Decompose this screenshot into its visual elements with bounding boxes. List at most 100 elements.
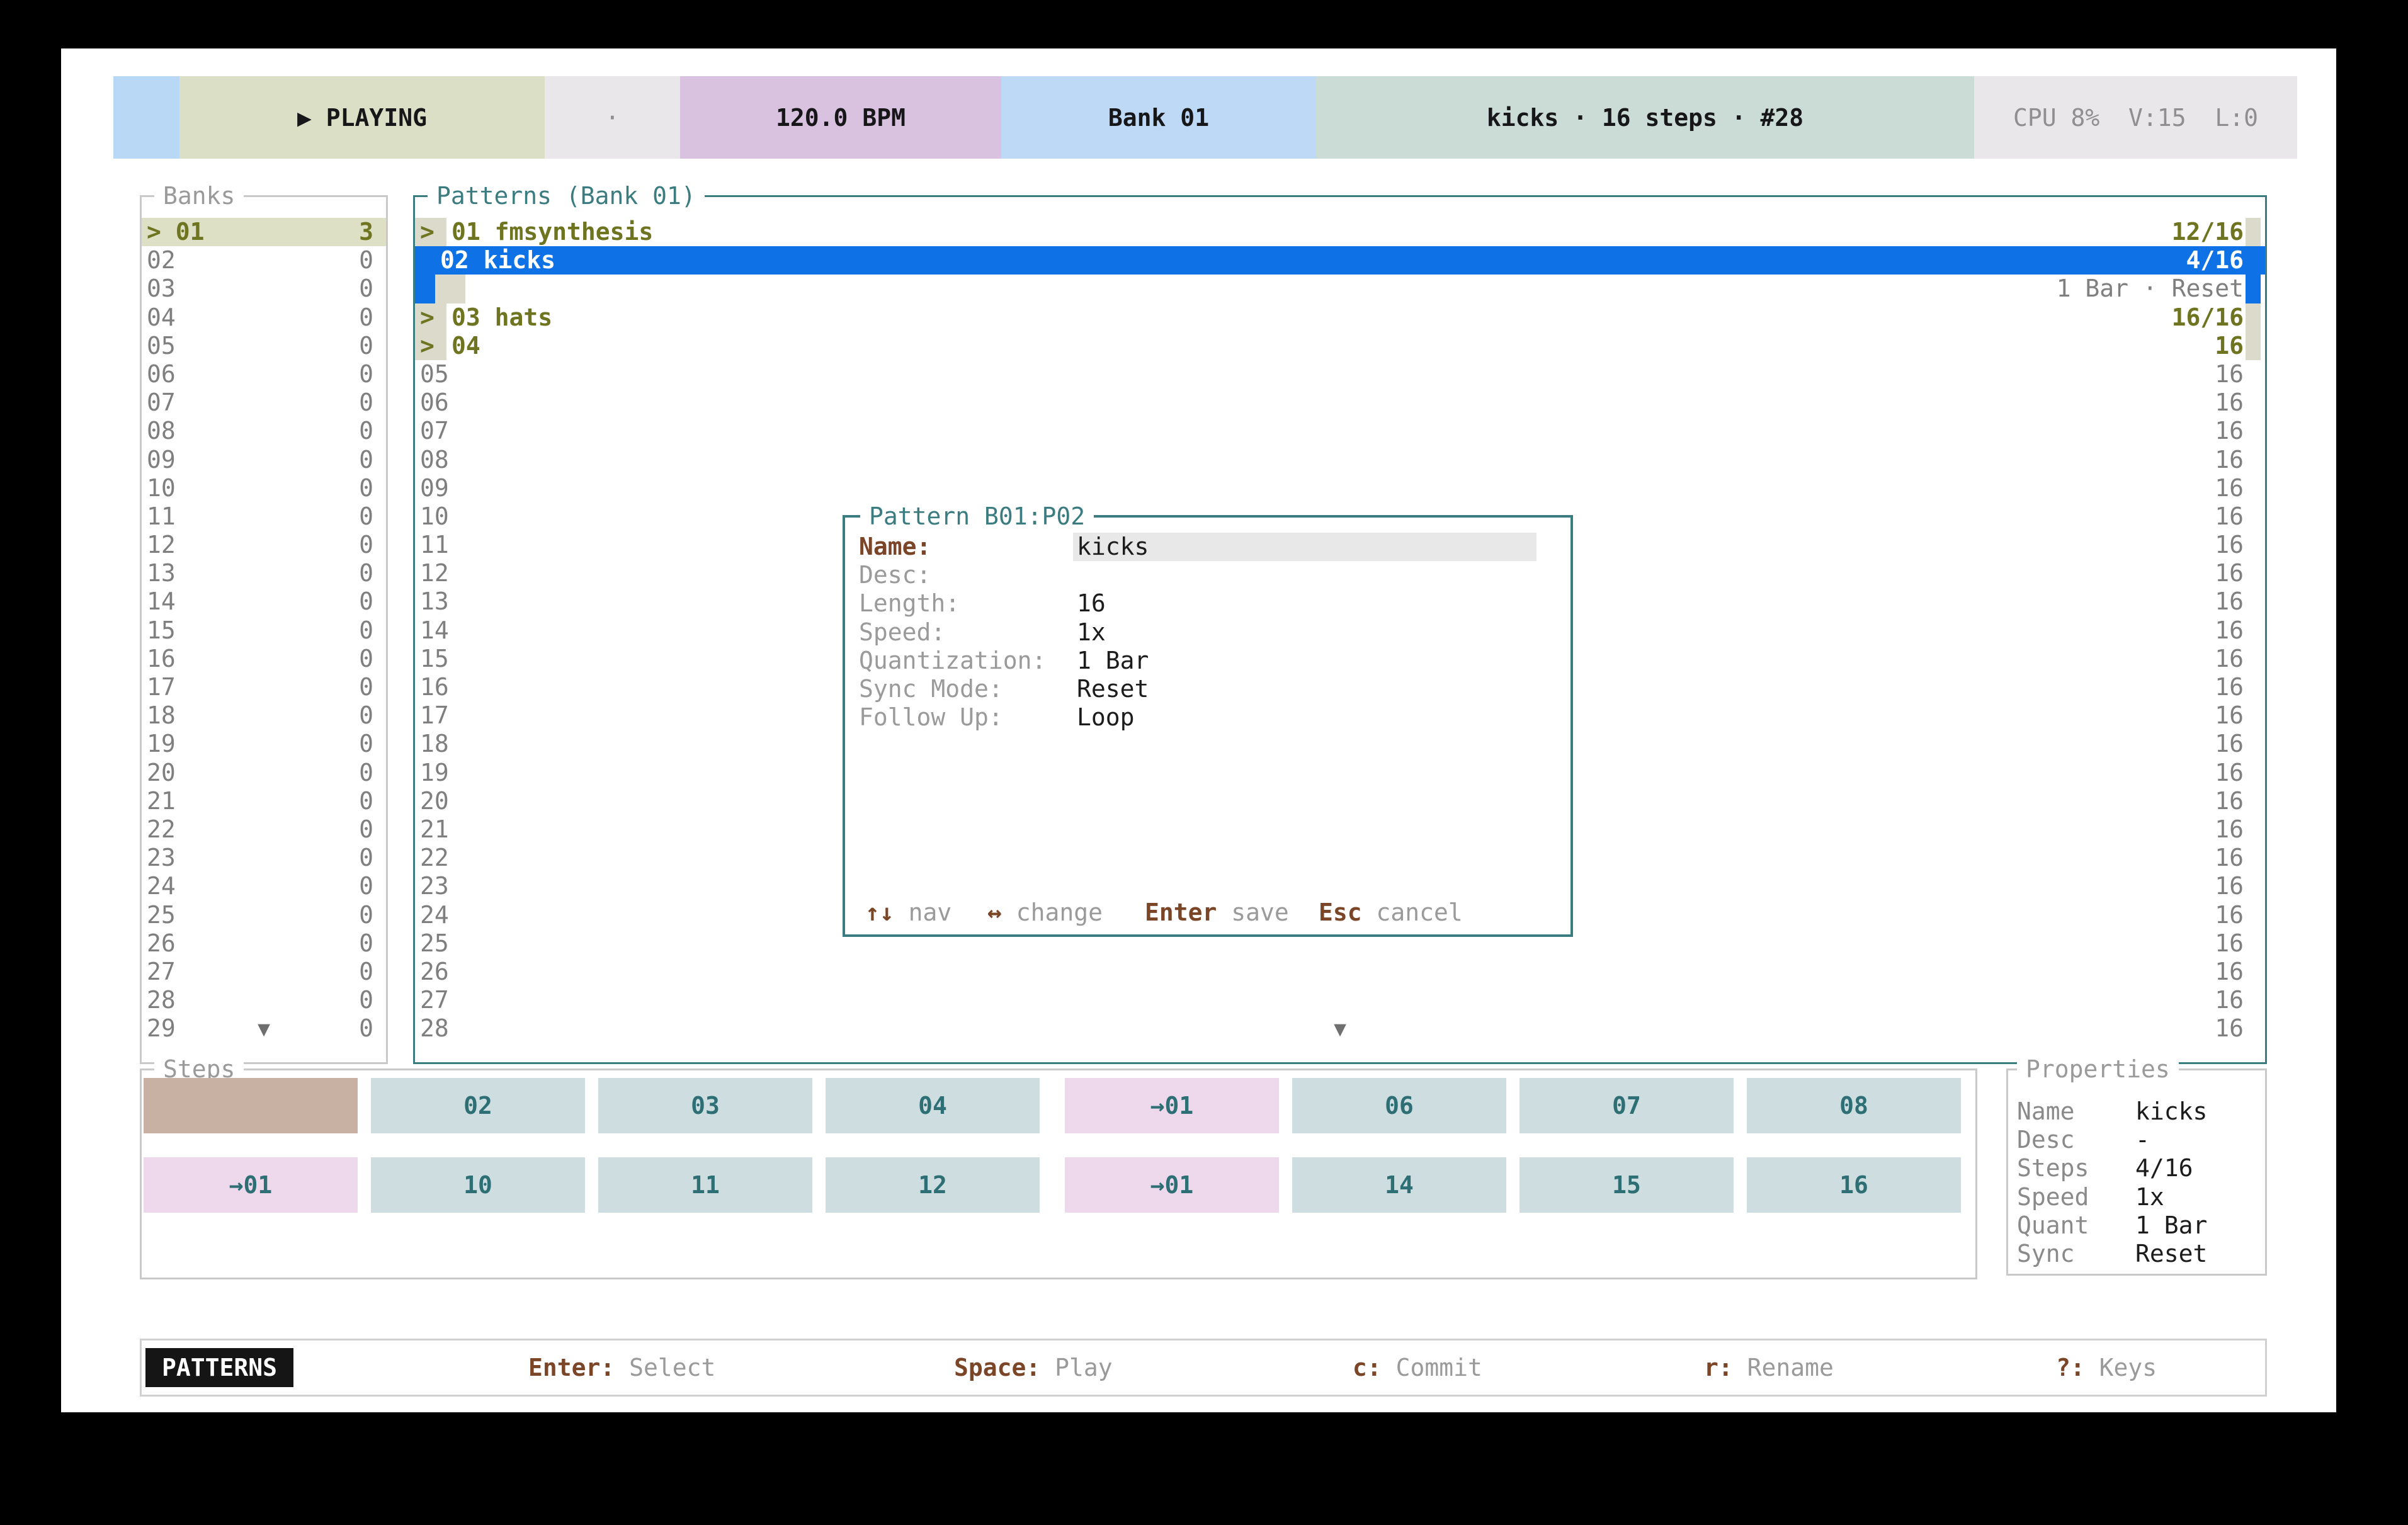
bank-row[interactable]: 240: [142, 872, 386, 900]
pattern-number: 16: [420, 673, 449, 701]
bank-number: 24: [147, 872, 176, 900]
step-cell-1[interactable]: [144, 1078, 358, 1133]
pattern-row[interactable]: 06 16: [415, 388, 2265, 417]
bank-number: 05: [147, 332, 176, 360]
modal-field-desc[interactable]: Desc:: [845, 561, 1570, 589]
pattern-row[interactable]: 0516: [415, 360, 2265, 388]
modal-hotkey-hint: ↑↓ nav: [865, 899, 951, 927]
pattern-steps-value: 16: [2215, 388, 2244, 417]
bank-row[interactable]: 210: [142, 787, 386, 815]
modal-field-label: Speed:: [859, 618, 945, 647]
bank-row[interactable]: 150: [142, 616, 386, 645]
hotkey-key: ?:: [2056, 1354, 2085, 1381]
property-row: Namekicks: [2008, 1097, 2265, 1126]
patterns-more-below-icon: ▼: [415, 1014, 2265, 1043]
bank-row[interactable]: 230: [142, 844, 386, 872]
pattern-row-selected[interactable]: 02 kicks4/16: [415, 246, 2265, 275]
top-status-bar: ▶ PLAYING · 120.0 BPM Bank 01 kicks · 16…: [113, 76, 2297, 159]
bank-row[interactable]: 250: [142, 901, 386, 929]
pattern-edit-modal-title: Pattern B01:P02: [860, 501, 1094, 531]
bank-number: 16: [147, 645, 176, 673]
pattern-row[interactable]: 2716: [415, 986, 2265, 1014]
pattern-number: 06: [420, 388, 449, 417]
modal-field-followup[interactable]: Follow Up:Loop: [845, 703, 1570, 732]
bank-row[interactable]: 090: [142, 446, 386, 474]
transport-status: ▶ PLAYING: [179, 76, 545, 159]
step-cell-14[interactable]: 14: [1292, 1157, 1506, 1213]
banks-panel: Banks > 01302003004005006007008009010011…: [140, 195, 388, 1064]
bank-row[interactable]: 130: [142, 559, 386, 587]
bank-row[interactable]: 160: [142, 645, 386, 673]
step-cell-9[interactable]: →01: [144, 1157, 358, 1213]
pattern-edit-modal: Pattern B01:P02 Name:kicksDesc:Length:16…: [843, 515, 1573, 937]
bank-row[interactable]: 070: [142, 388, 386, 417]
bank-row[interactable]: 100: [142, 474, 386, 502]
modal-field-label: Name:: [859, 533, 931, 561]
bank-row[interactable]: 080: [142, 417, 386, 445]
pattern-row[interactable]: 0916: [415, 474, 2265, 502]
step-cell-6[interactable]: 06: [1292, 1078, 1506, 1133]
bank-row[interactable]: 140: [142, 587, 386, 616]
bank-row[interactable]: 030: [142, 275, 386, 303]
step-cell-13[interactable]: →01: [1065, 1157, 1279, 1213]
step-cell-16[interactable]: 16: [1747, 1157, 1961, 1213]
modal-field-speed[interactable]: Speed:1x: [845, 618, 1570, 647]
property-row: Quant1 Bar: [2008, 1211, 2265, 1240]
hotkey-key: Enter: [1145, 899, 1217, 926]
hotkey-key: ↔: [987, 899, 1002, 926]
pattern-row[interactable]: >0416: [415, 332, 2265, 360]
pattern-row[interactable]: 2616: [415, 958, 2265, 986]
pattern-row[interactable]: 0816: [415, 446, 2265, 474]
pattern-marker-icon: >: [420, 303, 434, 332]
modal-field-quantization[interactable]: Quantization:1 Bar: [845, 647, 1570, 675]
hotkey-key: Enter:: [528, 1354, 615, 1381]
hotkey-key: Esc: [1319, 899, 1362, 926]
step-cell-10[interactable]: 10: [371, 1157, 585, 1213]
step-cell-12[interactable]: 12: [826, 1157, 1040, 1213]
step-cell-2[interactable]: 02: [371, 1078, 585, 1133]
step-cell-11[interactable]: 11: [598, 1157, 812, 1213]
bank-pattern-count: 0: [359, 986, 373, 1014]
pattern-number: 09: [420, 474, 449, 502]
bank-row[interactable]: 29▼0: [142, 1014, 386, 1043]
bank-row[interactable]: 190: [142, 730, 386, 758]
bank-row[interactable]: 260: [142, 929, 386, 958]
bank-row[interactable]: 020: [142, 246, 386, 275]
bank-number: 25: [147, 901, 176, 929]
pattern-row[interactable]: >01 fmsynthesis12/16: [415, 218, 2265, 246]
bank-row[interactable]: 050: [142, 332, 386, 360]
bank-row[interactable]: 060: [142, 360, 386, 388]
step-cell-15[interactable]: 15: [1519, 1157, 1734, 1213]
pattern-row[interactable]: 2816▼: [415, 1014, 2265, 1043]
step-cell-8[interactable]: 08: [1747, 1078, 1961, 1133]
bank-row[interactable]: 270: [142, 958, 386, 986]
pattern-steps-value: 16: [2215, 759, 2244, 787]
bank-row[interactable]: 040: [142, 303, 386, 332]
modal-field-length[interactable]: Length:16: [845, 589, 1570, 618]
bank-row[interactable]: 110: [142, 502, 386, 531]
bank-row[interactable]: 220: [142, 815, 386, 844]
modal-field-syncmode[interactable]: Sync Mode:Reset: [845, 675, 1570, 703]
bank-number: 04: [147, 303, 176, 332]
bank-row[interactable]: 120: [142, 531, 386, 559]
bank-row[interactable]: 200: [142, 759, 386, 787]
bank-row[interactable]: 280: [142, 986, 386, 1014]
pattern-label: 03 hats: [451, 303, 552, 332]
hotkey-label: Select: [615, 1354, 715, 1381]
bottom-hotkey-bar: PATTERNS Enter: SelectSpace: Playc: Comm…: [140, 1339, 2267, 1397]
pattern-steps-value: 16: [2215, 730, 2244, 758]
bank-row[interactable]: 180: [142, 701, 386, 730]
hotkey-hint: Enter: Select: [528, 1341, 715, 1395]
step-cell-3[interactable]: 03: [598, 1078, 812, 1133]
bank-number: 03: [147, 275, 176, 303]
pattern-number: 26: [420, 958, 449, 986]
step-cell-4[interactable]: 04: [826, 1078, 1040, 1133]
property-label: Name: [2017, 1097, 2075, 1126]
pattern-row[interactable]: >03 hats16/16: [415, 303, 2265, 332]
pattern-row[interactable]: 0716: [415, 417, 2265, 445]
bank-row[interactable]: 170: [142, 673, 386, 701]
step-cell-5[interactable]: →01: [1065, 1078, 1279, 1133]
bank-pattern-count: 0: [359, 616, 373, 645]
step-cell-7[interactable]: 07: [1519, 1078, 1734, 1133]
bank-row[interactable]: > 013: [142, 218, 386, 246]
